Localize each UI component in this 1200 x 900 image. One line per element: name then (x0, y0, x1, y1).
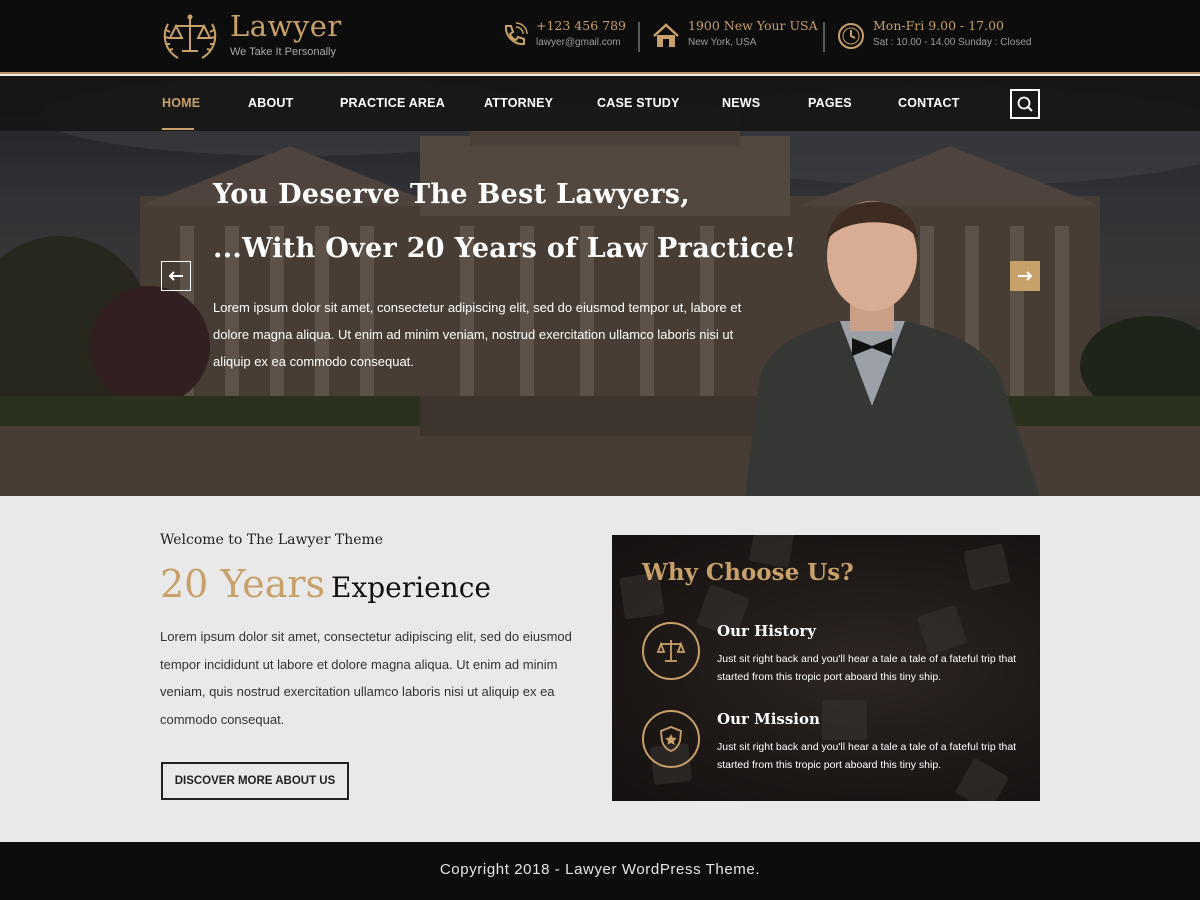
logo-scales-icon (163, 14, 217, 59)
hours: Mon-Fri 9.00 - 17.00 (873, 18, 1005, 33)
home-icon (653, 23, 679, 47)
copyright-text: Copyright 2018 - Lawyer WordPress Theme. (439, 861, 761, 878)
nav-case-study[interactable]: CASE STUDY (597, 96, 680, 110)
nav-practice-area[interactable]: PRACTICE AREA (340, 96, 445, 110)
nav-about[interactable]: ABOUT (248, 96, 293, 110)
brand-name: Lawyer (230, 9, 342, 43)
active-nav-indicator (162, 128, 194, 130)
slider-prev-button[interactable] (161, 261, 191, 291)
slider-next-button[interactable] (1010, 261, 1040, 291)
hero-title-line1: You Deserve The Best Lawyers, (213, 179, 690, 210)
nav-pages[interactable]: PAGES (808, 96, 852, 110)
experience-heading: 20 Years Experience (160, 562, 491, 606)
decorative-tile (963, 543, 1011, 591)
why-item-text: Just sit right back and you'll hear a ta… (717, 741, 1017, 771)
nav-news[interactable]: NEWS (722, 96, 760, 110)
scales-icon (642, 622, 700, 680)
divider (638, 22, 640, 52)
why-title: Why Choose Us? (642, 559, 854, 586)
welcome-subtitle: Welcome to The Lawyer Theme (160, 532, 384, 548)
contact-hours-block: Mon-Fri 9.00 - 17.00 Sat : 10.00 - 14.00… (837, 18, 1031, 50)
address: 1900 New Your USA (688, 18, 818, 33)
brand-tagline: We Take It Personally (230, 46, 336, 58)
phone-number[interactable]: +123 456 789 (536, 18, 626, 33)
site-logo[interactable]: Lawyer We Take It Personally (160, 10, 342, 62)
clock-icon (838, 23, 864, 49)
arrow-left-icon (168, 271, 183, 281)
search-button[interactable] (1010, 89, 1040, 119)
top-bar: Lawyer We Take It Personally +123 456 78… (0, 0, 1200, 74)
main-navigation: HOME ABOUT PRACTICE AREA ATTORNEY CASE S… (0, 76, 1200, 131)
why-item-text: Just sit right back and you'll hear a ta… (717, 653, 1017, 683)
why-item-heading: Our Mission (717, 710, 820, 728)
why-item-heading: Our History (717, 622, 816, 640)
decorative-tile (916, 604, 968, 656)
hours-detail: Sat : 10.00 - 14.00 Sunday : Closed (873, 37, 1032, 48)
city: New York, USA (688, 37, 757, 48)
email-address[interactable]: lawyer@gmail.com (536, 37, 626, 48)
contact-address-block: 1900 New Your USA New York, USA (652, 18, 818, 50)
contact-phone-block: +123 456 789 lawyer@gmail.com (500, 18, 626, 50)
hero-title-line2: ...With Over 20 Years of Law Practice! (213, 233, 797, 264)
footer: Copyright 2018 - Lawyer WordPress Theme. (0, 842, 1200, 900)
experience-word: Experience (331, 571, 491, 604)
arrow-right-icon (1018, 271, 1033, 281)
phone-icon (504, 22, 528, 46)
decorative-tile (822, 700, 867, 740)
search-icon (1017, 96, 1033, 112)
hero-description: Lorem ipsum dolor sit amet, consectetur … (213, 300, 742, 369)
why-choose-us-panel: Why Choose Us? Our History Just sit righ… (612, 535, 1040, 801)
years-number: 20 Years (160, 562, 326, 606)
discover-more-button[interactable]: DISCOVER MORE ABOUT US (161, 762, 349, 800)
welcome-description: Lorem ipsum dolor sit amet, consectetur … (160, 629, 572, 727)
divider (823, 22, 825, 52)
hero-slider: You Deserve The Best Lawyers, ...With Ov… (0, 76, 1200, 496)
nav-attorney[interactable]: ATTORNEY (484, 96, 553, 110)
nav-contact[interactable]: CONTACT (898, 96, 960, 110)
nav-home[interactable]: HOME (162, 96, 200, 110)
shield-star-icon (642, 710, 700, 768)
